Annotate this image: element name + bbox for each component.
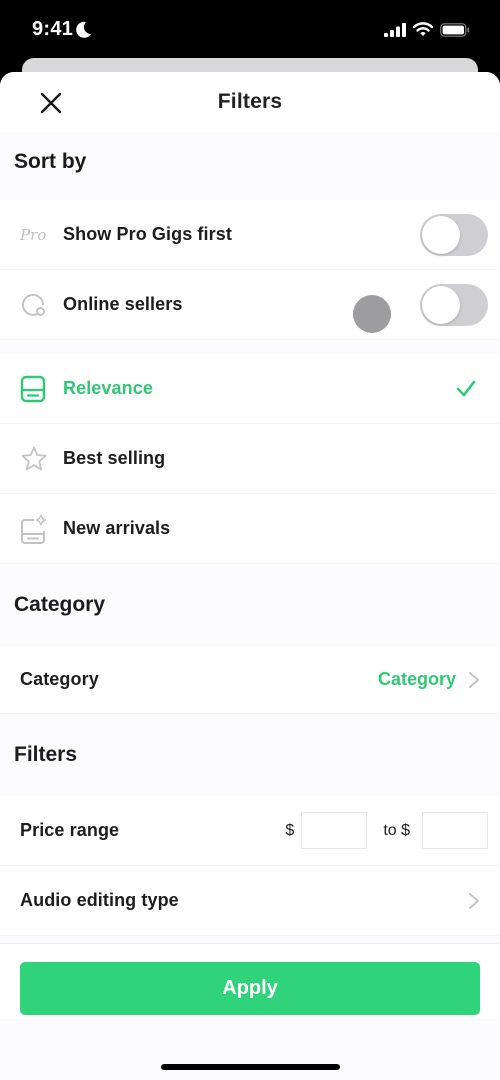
touch-indicator bbox=[353, 295, 391, 333]
status-time: 9:41 bbox=[32, 18, 92, 41]
category-value: Category bbox=[377, 669, 456, 689]
section-title-sort-by: Sort by bbox=[0, 132, 500, 192]
max-price-input[interactable] bbox=[422, 812, 488, 849]
max-price-prefix: to $ bbox=[383, 821, 410, 839]
audio-editing-type-label: Audio editing type bbox=[20, 890, 179, 910]
section-title-category: Category bbox=[0, 564, 500, 646]
sort-option-relevance[interactable]: Relevance bbox=[0, 354, 500, 424]
min-price-input[interactable] bbox=[301, 812, 368, 849]
chevron-right-icon bbox=[469, 671, 479, 688]
filters-sheet: Filters Sort by Pro Show Pro Gigs first … bbox=[0, 72, 500, 1080]
page-title: Filters bbox=[217, 90, 283, 113]
close-icon bbox=[40, 92, 62, 114]
spacer bbox=[0, 192, 500, 200]
new-arrivals-icon bbox=[20, 514, 52, 544]
status-icons bbox=[384, 22, 470, 37]
star-icon bbox=[20, 444, 52, 474]
pro-badge-icon: Pro bbox=[20, 220, 52, 250]
clock: 9:41 bbox=[32, 18, 74, 40]
status-bar: 9:41 bbox=[0, 0, 500, 60]
price-range-label: Price range bbox=[20, 820, 120, 840]
footer: Apply bbox=[0, 943, 500, 1080]
svg-text:Pro: Pro bbox=[20, 226, 46, 244]
sheet-header: Filters bbox=[0, 72, 500, 132]
relevance-icon bbox=[20, 374, 52, 404]
battery-icon bbox=[440, 22, 470, 37]
cellular-signal-icon bbox=[384, 22, 406, 37]
category-label: Category bbox=[20, 669, 99, 689]
close-button[interactable] bbox=[38, 90, 64, 116]
toggle-label: Show Pro Gigs first bbox=[63, 224, 232, 244]
toggle-knob bbox=[422, 285, 460, 324]
online-sellers-toggle[interactable] bbox=[420, 283, 488, 326]
category-row[interactable]: Category Category bbox=[0, 646, 500, 714]
sort-option-label: Relevance bbox=[63, 378, 153, 398]
chevron-right-icon bbox=[469, 892, 479, 909]
audio-editing-type-row[interactable]: Audio editing type bbox=[0, 866, 500, 936]
pro-gigs-toggle[interactable] bbox=[420, 213, 488, 256]
sort-option-new-arrivals[interactable]: New arrivals bbox=[0, 494, 500, 564]
sort-option-label: Best selling bbox=[63, 448, 166, 468]
wifi-icon bbox=[413, 22, 433, 36]
sort-option-best-selling[interactable]: Best selling bbox=[0, 424, 500, 494]
section-title-filters: Filters bbox=[0, 714, 500, 796]
footer-button-area: Apply bbox=[0, 944, 500, 1019]
sort-option-label: New arrivals bbox=[63, 518, 171, 538]
home-indicator[interactable] bbox=[161, 1064, 340, 1070]
moon-icon bbox=[76, 21, 92, 38]
toggle-row-pro-gigs: Pro Show Pro Gigs first bbox=[0, 200, 500, 270]
toggle-row-online-sellers: Online sellers bbox=[0, 270, 500, 340]
toggle-knob bbox=[422, 215, 460, 254]
price-range-inputs: $ to $ bbox=[285, 812, 488, 849]
checkmark-icon bbox=[456, 380, 476, 396]
online-status-icon bbox=[20, 290, 52, 320]
price-range-row: Price range $ to $ bbox=[0, 796, 500, 866]
spacer bbox=[0, 340, 500, 354]
apply-button[interactable]: Apply bbox=[20, 962, 480, 1015]
min-price-prefix: $ bbox=[285, 821, 295, 839]
